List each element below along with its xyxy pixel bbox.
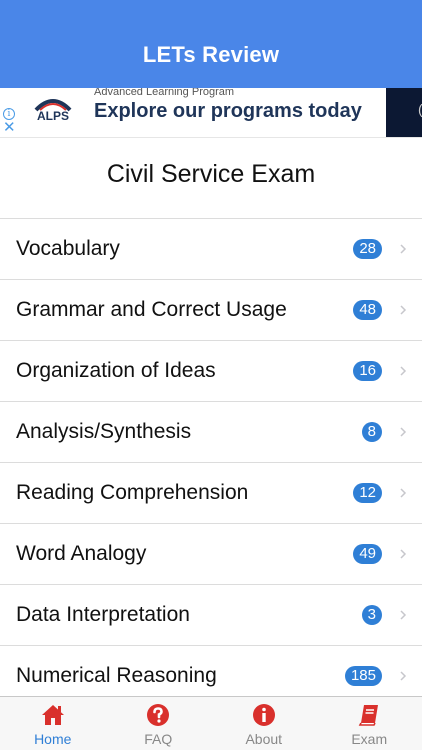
tab-home[interactable]: Home [0, 697, 106, 750]
list-item-vocabulary[interactable]: Vocabulary 28 [0, 218, 422, 279]
ad-banner[interactable]: i ✕ ALPS Advanced Learning Program Explo… [0, 88, 422, 138]
question-icon [147, 704, 170, 726]
list-item-label: Vocabulary [16, 237, 120, 260]
list-item-label: Grammar and Correct Usage [16, 298, 287, 321]
list-item-organization[interactable]: Organization of Ideas 16 [0, 340, 422, 401]
home-icon [41, 705, 64, 725]
chevron-right-icon [400, 610, 407, 620]
chevron-right-icon [400, 244, 407, 254]
list-item-label: Organization of Ideas [16, 359, 216, 382]
count-badge: 16 [353, 361, 382, 381]
close-icon[interactable]: ✕ [3, 120, 16, 135]
list-item-label: Analysis/Synthesis [16, 420, 192, 443]
chevron-right-icon [400, 671, 407, 681]
tab-about[interactable]: About [211, 697, 317, 750]
tab-exam[interactable]: Exam [317, 697, 422, 750]
ad-subtitle: Advanced Learning Program [94, 88, 235, 98]
count-badge: 185 [344, 666, 382, 686]
list-item-label: Word Analogy [16, 542, 147, 565]
chevron-right-icon [400, 305, 407, 315]
count-badge: 28 [353, 239, 382, 259]
ad-headline[interactable]: Explore our programs today [94, 100, 362, 123]
count-badge: 8 [361, 422, 382, 442]
tab-label: About [245, 731, 283, 747]
book-icon [358, 705, 379, 726]
info-icon [252, 704, 275, 726]
list-item-label: Reading Comprehension [16, 481, 249, 504]
count-badge: 49 [353, 544, 382, 564]
tab-bar: Home FAQ About Exam [0, 696, 422, 750]
chevron-right-icon [400, 427, 407, 437]
list-item-analysis[interactable]: Analysis/Synthesis 8 [0, 401, 422, 462]
tab-label: FAQ [144, 731, 173, 747]
category-list: Vocabulary 28 Grammar and Correct Usage … [0, 218, 422, 706]
tab-label: Exam [351, 731, 388, 747]
chevron-right-icon [400, 488, 407, 498]
page-title: Civil Service Exam [106, 160, 316, 188]
chevron-right-icon [400, 549, 407, 559]
app-title: LETs Review [142, 42, 280, 67]
list-item-reading[interactable]: Reading Comprehension 12 [0, 462, 422, 523]
list-item-grammar[interactable]: Grammar and Correct Usage 48 [0, 279, 422, 340]
count-badge: 12 [353, 483, 382, 503]
chevron-right-icon [400, 366, 407, 376]
list-item-label: Data Interpretation [16, 603, 190, 626]
list-item-data-interpretation[interactable]: Data Interpretation 3 [0, 584, 422, 645]
ad-side-panel[interactable]: ( [386, 88, 422, 137]
alps-logo: ALPS [34, 99, 72, 123]
tab-label: Home [34, 731, 72, 747]
ad-logo-text: ALPS [37, 109, 69, 123]
count-badge: 48 [353, 300, 382, 320]
tab-faq[interactable]: FAQ [106, 697, 212, 750]
list-item-word-analogy[interactable]: Word Analogy 49 [0, 523, 422, 584]
list-item-label: Numerical Reasoning [16, 664, 217, 687]
count-badge: 3 [361, 605, 382, 625]
navigation-bar: LETs Review [0, 0, 422, 88]
